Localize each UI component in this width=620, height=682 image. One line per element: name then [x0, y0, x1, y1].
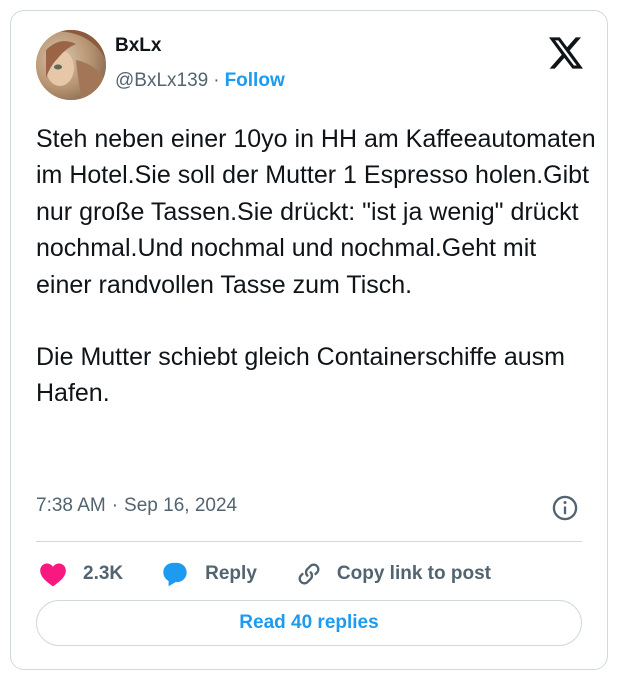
copy-link-button[interactable]: Copy link to post: [295, 560, 491, 588]
avatar-image: [36, 30, 106, 100]
reply-button[interactable]: Reply: [161, 560, 257, 588]
handle-separator: ·: [213, 70, 220, 91]
timestamp-separator: ·: [111, 495, 119, 516]
like-count: 2.3K: [83, 563, 124, 584]
link-icon: [298, 563, 320, 585]
x-logo-icon[interactable]: [549, 37, 583, 69]
read-replies-label: Read 40 replies: [239, 612, 379, 633]
follow-button[interactable]: Follow: [225, 70, 285, 91]
tweet-paragraph: Die Mutter schiebt gleich Containerschif…: [36, 343, 565, 408]
like-button[interactable]: 2.3K: [39, 561, 123, 587]
heart-icon: [40, 563, 66, 587]
tweet-date: Sep 16, 2024: [124, 495, 238, 516]
avatar[interactable]: [36, 30, 106, 100]
tweet-card: BxLx @BxLx139 · Follow Steh neben einer 10…: [10, 10, 608, 670]
divider: [36, 541, 582, 542]
tweet-text: Steh neben einer 10yo in HH am Kaffeeaut…: [36, 121, 596, 412]
reply-label: Reply: [205, 563, 257, 584]
read-replies-button[interactable]: Read 40 replies: [36, 600, 582, 646]
tweet-time: 7:38 AM: [36, 495, 106, 516]
action-bar: 2.3K Reply Copy link to post: [39, 556, 491, 592]
author-handle[interactable]: @BxLx139: [115, 70, 208, 91]
speech-bubble-icon: [163, 562, 187, 587]
author-handle-row: @BxLx139 · Follow: [115, 70, 285, 92]
copy-link-label: Copy link to post: [336, 563, 491, 584]
tweet-timestamp[interactable]: 7:38 AM · Sep 16, 2024: [36, 495, 237, 517]
tweet-paragraph: Steh neben einer 10yo in HH am Kaffeeaut…: [36, 125, 596, 299]
info-icon[interactable]: [551, 494, 579, 522]
author-name[interactable]: BxLx: [115, 35, 161, 57]
